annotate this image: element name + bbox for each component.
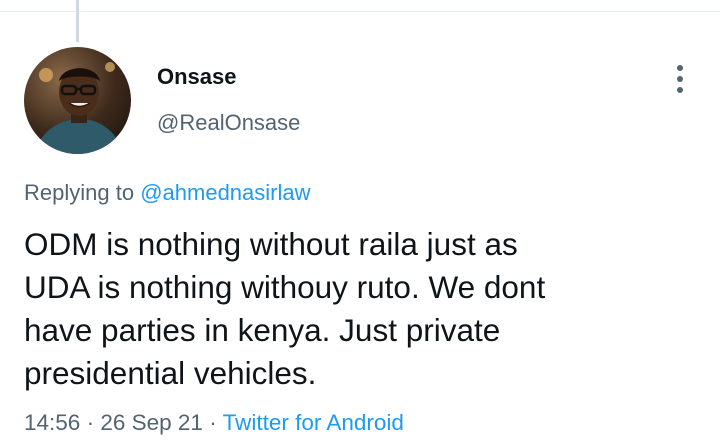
replying-to-line: Replying to @ahmednasirlaw	[24, 180, 311, 206]
author-handle[interactable]: @RealOnsase	[157, 110, 300, 136]
meta-separator: ·	[86, 410, 95, 435]
top-divider	[0, 11, 720, 12]
author-avatar[interactable]	[24, 47, 131, 154]
more-vertical-icon	[677, 65, 683, 93]
author-display-name[interactable]: Onsase	[157, 64, 237, 90]
user-avatar-photo-icon	[24, 47, 131, 154]
tweet-source-link[interactable]: Twitter for Android	[223, 410, 404, 435]
tweet-time[interactable]: 14:56	[24, 410, 80, 435]
tweet-text: ODM is nothing without raila just as UDA…	[24, 226, 546, 391]
replying-prefix: Replying to	[24, 180, 135, 205]
replying-to-mention[interactable]: @ahmednasirlaw	[140, 180, 310, 205]
more-options-button[interactable]	[670, 62, 690, 96]
tweet-meta: 14:56 · 26 Sep 21 · Twitter for Android	[24, 410, 404, 436]
tweet-date[interactable]: 26 Sep 21	[100, 410, 203, 435]
thread-connector-line	[76, 0, 79, 42]
meta-separator: ·	[209, 410, 217, 435]
